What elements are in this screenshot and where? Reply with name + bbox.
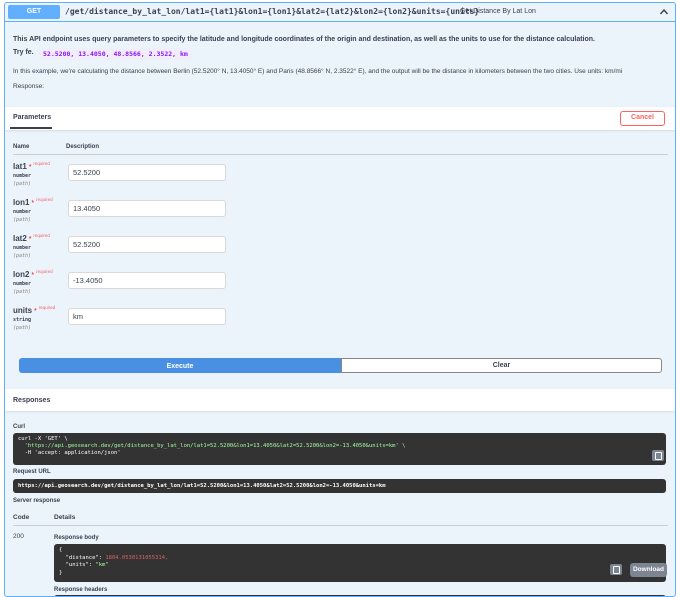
lon1-input[interactable]: 13.4050 (68, 200, 226, 217)
responses-title: Responses (13, 397, 51, 404)
tab-underline (10, 127, 52, 129)
copy-icon[interactable] (652, 450, 664, 461)
curl-line-2: 'https://api.geosearch.dev/get/distance_… (18, 443, 406, 449)
curl-line-1: curl -X 'GET' \ (18, 436, 68, 442)
response-body-label: Response body (54, 535, 99, 541)
param-location: (path) (13, 217, 32, 223)
param-location: (path) (13, 181, 32, 187)
operation-summary[interactable]: GET /get/distance_by_lat_lon/lat1={lat1}… (5, 3, 675, 22)
operation-summary-text: Get Distance By Lat Lon (460, 8, 536, 15)
param-name: lon1 (13, 198, 30, 207)
param-lon2: lon2 * required number (path) (13, 269, 73, 295)
param-name: units (13, 306, 33, 315)
curl-code-block[interactable]: curl -X 'GET' \ 'https://api.geosearch.d… (13, 433, 666, 465)
response-body-code[interactable]: { "distance": 1804.0530131055314, "units… (54, 544, 666, 582)
param-units: units * required string (path) (13, 305, 73, 331)
param-lon1: lon1 * required number (path) (13, 197, 73, 223)
try-example-code: 52.5200, 13.4050, 48.8566, 2.3522, km (40, 48, 191, 60)
operation-block: GET /get/distance_by_lat_lon/lat1={lat1}… (4, 2, 676, 597)
tab-parameters[interactable]: Parameters (13, 114, 51, 121)
server-response-label: Server response (13, 498, 61, 504)
divider (13, 154, 668, 155)
column-header-name: Name (13, 144, 30, 150)
param-name: lat2 (13, 234, 27, 243)
responses-header: Responses (5, 389, 675, 411)
copy-icon[interactable] (610, 564, 622, 575)
param-location: (path) (13, 325, 32, 331)
column-header-details: Details (54, 514, 76, 521)
request-url-value[interactable]: https://api.geosearch.dev/get/distance_b… (13, 479, 666, 493)
param-name: lat1 (13, 162, 27, 171)
try-label: Try fe. (13, 49, 34, 56)
divider (13, 525, 668, 526)
required-label: required (36, 269, 53, 274)
json-brace: { (59, 547, 63, 553)
description-intro: This API endpoint uses query parameters … (13, 36, 596, 43)
param-type: number (13, 245, 32, 251)
clear-button[interactable]: Clear (341, 358, 662, 373)
json-brace: } (59, 569, 63, 576)
required-label: required (38, 305, 56, 310)
lat2-input[interactable]: 52.5200 (68, 236, 226, 253)
lon2-input[interactable]: -13.4050 (68, 272, 226, 289)
json-value-distance: 1804.0530131055314, (105, 554, 169, 561)
operation-path: /get/distance_by_lat_lon/lat1={lat1}&lon… (65, 7, 480, 16)
operation-description: This API endpoint uses query parameters … (13, 35, 668, 45)
response-headers-label: Response headers (54, 587, 108, 593)
column-header-code: Code (13, 514, 30, 521)
param-lat2: lat2 * required number (path) (13, 233, 73, 259)
cancel-button[interactable]: Cancel (620, 111, 665, 126)
param-name: lon2 (13, 270, 30, 279)
param-location: (path) (13, 289, 32, 295)
description-example: In this example, we're calculating the d… (13, 68, 623, 75)
download-button[interactable]: Download (630, 563, 667, 577)
units-input[interactable]: km (68, 308, 226, 325)
lat1-input[interactable]: 52.5200 (68, 164, 226, 181)
column-header-description: Description (66, 144, 100, 150)
required-label: required (33, 161, 50, 166)
required-label: required (36, 197, 53, 202)
response-code: 200 (13, 533, 24, 540)
curl-label: Curl (13, 424, 25, 430)
json-key: "distance": (59, 554, 106, 561)
execute-button[interactable]: Execute (19, 358, 341, 373)
param-type: number (13, 209, 32, 215)
request-url-label: Request URL (13, 469, 51, 475)
method-badge: GET (8, 5, 60, 19)
param-type: string (13, 317, 32, 323)
chevron-up-icon[interactable] (659, 7, 669, 17)
param-lat1: lat1 * required number (path) (13, 161, 73, 187)
json-key: "units": (59, 562, 96, 568)
param-type: number (13, 173, 32, 179)
required-label: required (33, 233, 50, 238)
json-value-units: "km" (95, 562, 109, 568)
description-response-label: Response: (13, 83, 45, 90)
param-location: (path) (13, 253, 32, 259)
curl-line-3: -H 'accept: application/json' (18, 450, 121, 456)
parameters-header: Parameters Cancel (5, 107, 675, 130)
param-type: number (13, 281, 32, 287)
